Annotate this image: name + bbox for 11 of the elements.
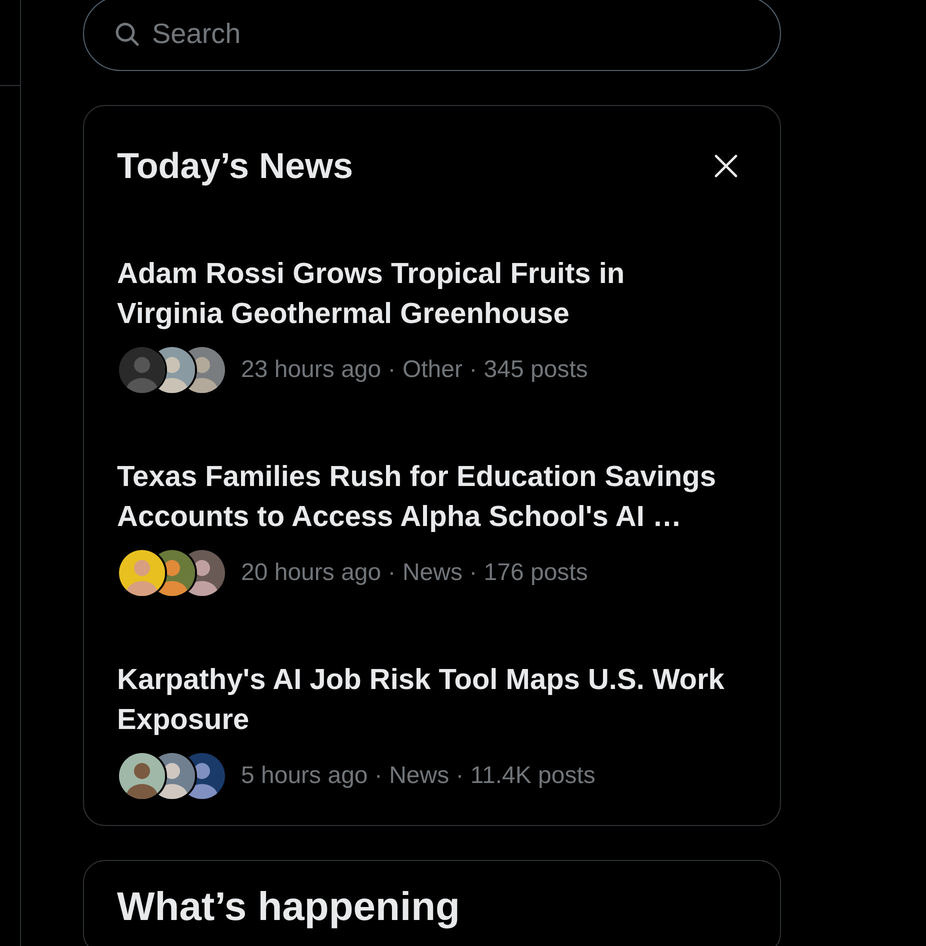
news-meta: 5 hours ago · News · 11.4K posts: [241, 762, 596, 790]
news-meta: 20 hours ago · News · 176 posts: [241, 559, 588, 587]
card-title: What’s happening: [117, 885, 461, 930]
search-icon: [113, 20, 141, 48]
news-headline[interactable]: Adam Rossi Grows Tropical Fruits in Virginia Geothermal Greenhouse: [117, 254, 729, 334]
card-title: Today’s News: [117, 145, 354, 187]
news-headline[interactable]: Texas Families Rush for Education Savings Accounts to Access Alpha School's AI …: [117, 457, 729, 537]
close-icon: [714, 154, 738, 178]
search-field[interactable]: Search: [83, 0, 781, 71]
news-headline[interactable]: Karpathy's AI Job Risk Tool Maps U.S. Work Exposure: [117, 660, 729, 740]
news-meta: 23 hours ago · Other · 345 posts: [241, 356, 588, 384]
